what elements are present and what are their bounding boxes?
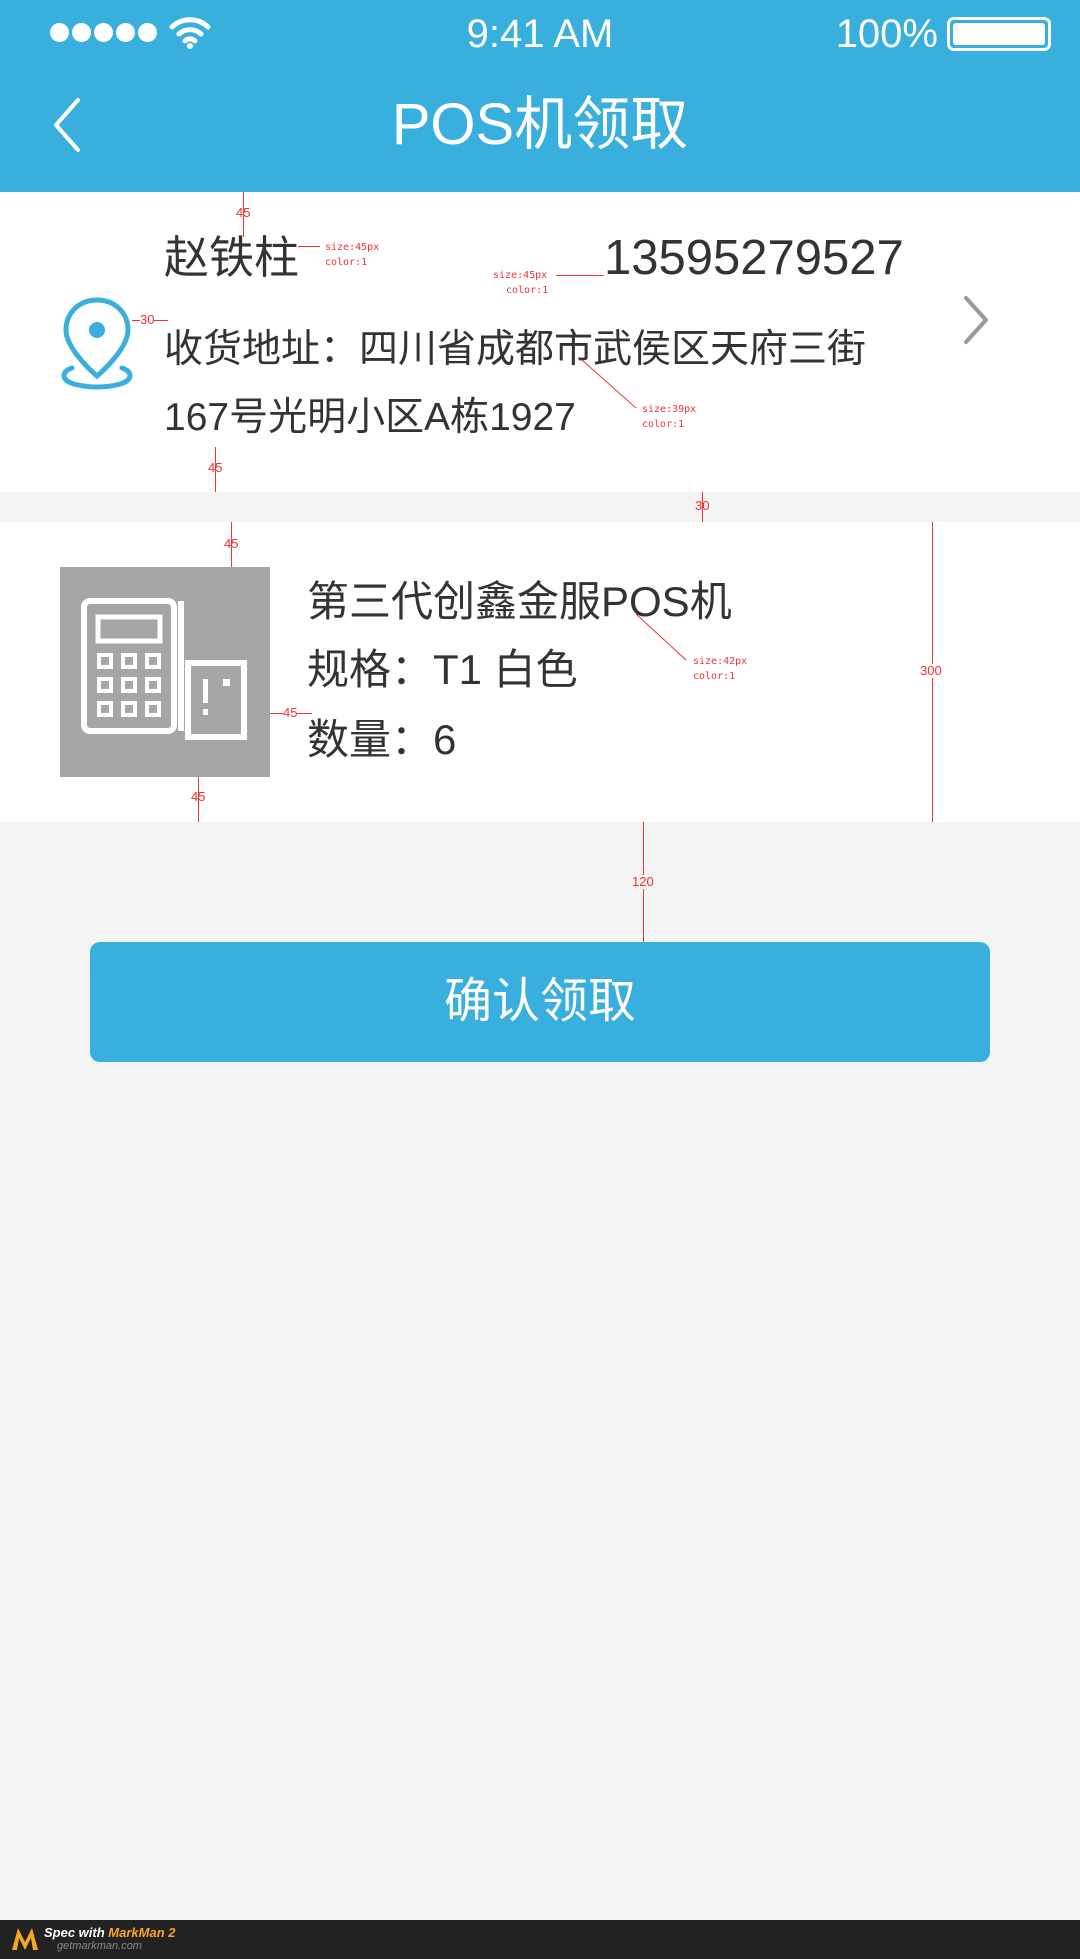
anno-address-size: size:39px — [642, 404, 697, 415]
markman-url: getmarkman.com — [57, 1940, 142, 1952]
confirm-receive-button[interactable]: 确认领取 — [90, 942, 990, 1062]
anno-product-size: size:42px — [693, 656, 748, 667]
anno-recipient-color: color:1 — [325, 257, 368, 268]
battery-cap — [1022, 26, 1028, 42]
markman-logo-icon — [12, 1928, 38, 1950]
dim-label: 45 — [236, 205, 251, 220]
battery-percentage: 100% — [835, 12, 938, 56]
anno-phone-color: color:1 — [506, 285, 549, 296]
dim-label: 120 — [632, 874, 654, 889]
anno-recipient-size: size:45px — [325, 242, 380, 253]
product-image — [60, 567, 270, 777]
anno-phone-size: size:45px — [493, 270, 548, 281]
anno-address-color: color:1 — [642, 419, 685, 430]
markman-tagline: Spec with MarkMan 2 — [44, 1925, 176, 1940]
anno-leader — [298, 246, 320, 247]
dim-label: 45 — [224, 536, 239, 551]
dim-label: 30 — [695, 498, 710, 513]
battery-icon — [947, 17, 1051, 51]
dim-label: 30 — [140, 312, 155, 327]
dim-label: 45 — [208, 460, 223, 475]
recipient-name: 赵铁柱 — [164, 232, 300, 283]
map-pin-icon — [61, 297, 133, 390]
recipient-phone: 13595279527 — [604, 231, 904, 285]
shipping-address-card[interactable]: 赵铁柱 13595279527 收货地址：四川省成都市武侯区天府三街167号光明… — [0, 192, 1080, 492]
product-quantity: 数量：6 — [307, 716, 457, 763]
header-bar: 9:41 AM 100% POS机领取 — [0, 0, 1080, 192]
anno-leader — [581, 359, 637, 409]
markman-badge: Spec with MarkMan 2 getmarkman.com — [0, 1920, 1080, 1959]
anno-leader — [635, 613, 687, 661]
dim-label: 45 — [191, 789, 206, 804]
anno-product-color: color:1 — [693, 671, 736, 682]
dim-label: 45 — [283, 705, 298, 720]
product-card: 第三代创鑫金服POS机 规格：T1 白色 数量：6 — [0, 522, 1080, 822]
anno-leader — [556, 275, 604, 276]
dim-label: 300 — [920, 663, 942, 678]
chevron-right-icon — [964, 296, 988, 344]
page-title: POS机领取 — [391, 92, 689, 157]
product-spec: 规格：T1 白色 — [307, 646, 578, 693]
shipping-address: 收货地址：四川省成都市武侯区天府三街167号光明小区A栋1927 — [164, 328, 867, 439]
pos-terminal-icon — [81, 598, 247, 740]
